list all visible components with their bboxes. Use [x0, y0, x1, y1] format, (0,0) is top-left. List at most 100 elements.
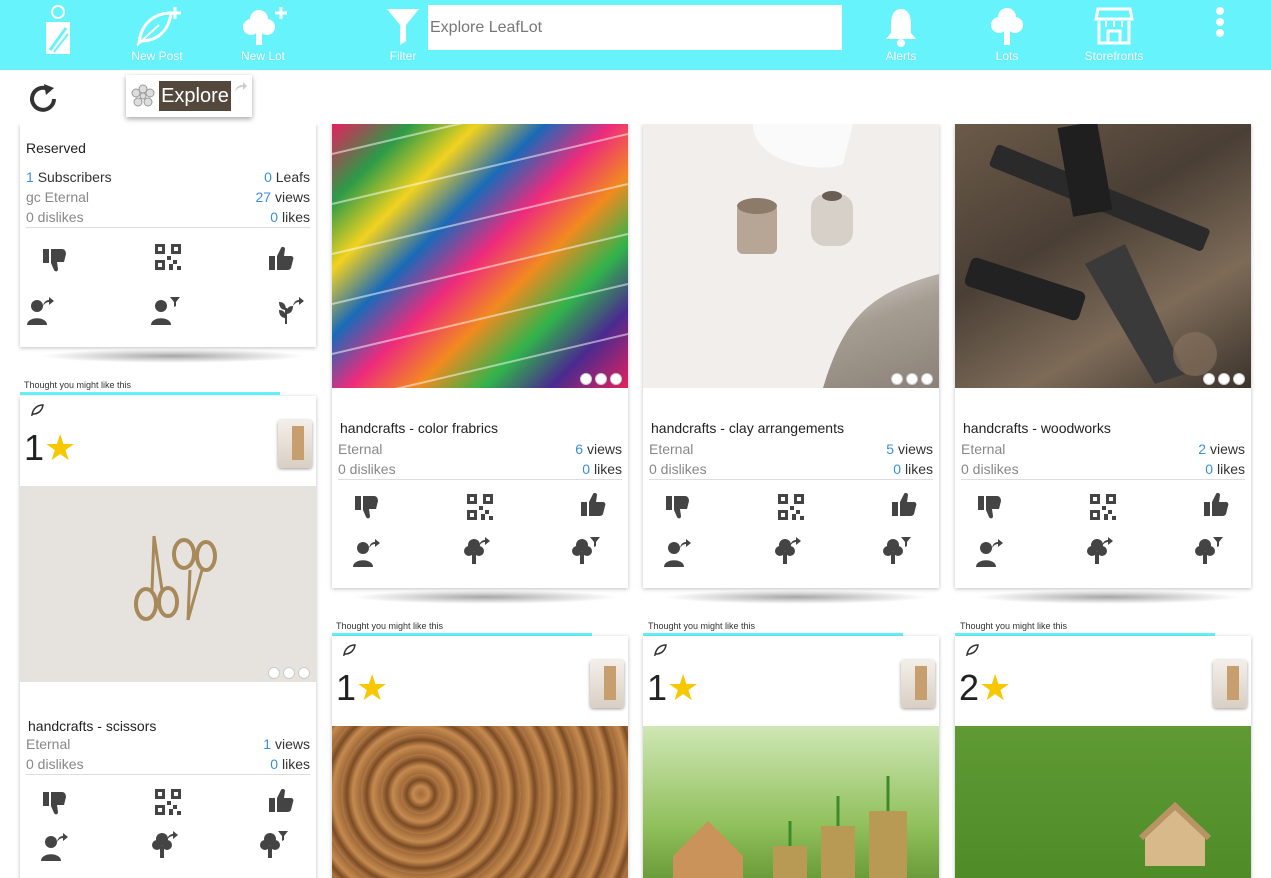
views-count[interactable]: 1	[263, 736, 271, 752]
tree-share-icon[interactable]	[150, 830, 180, 860]
subscribers-label: Subscribers	[37, 169, 112, 185]
lots-button[interactable]: Lots	[962, 0, 1052, 70]
views-count[interactable]: 5	[886, 441, 894, 457]
new-post-button[interactable]: New Post	[112, 0, 202, 70]
tree-share-icon[interactable]	[773, 536, 803, 566]
tree-filter-icon[interactable]	[258, 830, 288, 860]
thumbs-up-icon[interactable]	[1201, 490, 1231, 520]
storefronts-button[interactable]: Storefronts	[1069, 0, 1159, 70]
search-input[interactable]	[428, 5, 842, 50]
views-count[interactable]: 2	[1198, 441, 1206, 457]
post-title[interactable]: handcrafts - scissors	[28, 718, 156, 734]
tree-filter-icon[interactable]	[570, 536, 600, 566]
qr-code-icon[interactable]	[1088, 492, 1118, 522]
term-views-row: Eternal 6 views	[338, 439, 622, 459]
qr-code-icon[interactable]	[776, 492, 806, 522]
post-photo[interactable]	[332, 124, 628, 388]
term-text: Eternal	[649, 441, 694, 457]
rating: 2★	[959, 668, 1011, 708]
lot-thumbnail[interactable]	[901, 660, 935, 708]
views-count[interactable]: 6	[575, 441, 583, 457]
user-share-icon[interactable]	[352, 538, 382, 568]
post-card-color-fabrics[interactable]: handcrafts - color frabrics Eternal 6 vi…	[332, 124, 628, 604]
views-count[interactable]: 27	[256, 189, 272, 205]
likes-count[interactable]: 0	[1205, 461, 1213, 477]
user-share-icon[interactable]	[26, 296, 56, 326]
dislike-like-row: 0 dislikes 0 likes	[26, 754, 310, 774]
qr-code-icon[interactable]	[153, 242, 183, 272]
thumbs-down-icon[interactable]	[352, 492, 382, 522]
likes-label: likes	[281, 209, 310, 225]
rating: 1★	[336, 668, 388, 708]
leafs-count[interactable]: 0	[264, 169, 272, 185]
thumbs-up-icon[interactable]	[266, 244, 296, 274]
leaf-icon	[966, 644, 979, 656]
kebab-menu-icon	[1216, 7, 1224, 37]
more-menu-button[interactable]	[1200, 0, 1240, 70]
carousel-dots[interactable]	[580, 373, 622, 385]
sprout-share-icon[interactable]	[276, 296, 306, 326]
post-photo[interactable]	[643, 726, 939, 878]
post-photo[interactable]	[955, 124, 1251, 388]
lot-thumbnail[interactable]	[1213, 660, 1247, 708]
lot-thumbnail[interactable]	[590, 660, 624, 708]
alerts-button[interactable]: Alerts	[856, 0, 946, 70]
user-filter-icon[interactable]	[150, 296, 180, 326]
tree-filter-icon[interactable]	[1193, 536, 1223, 566]
tree-filter-icon[interactable]	[881, 536, 911, 566]
explore-tab[interactable]: Explore	[126, 75, 252, 117]
post-card-savings[interactable]: 1★	[643, 636, 939, 878]
home-logo-button[interactable]	[13, 0, 103, 70]
thumbs-down-icon[interactable]	[975, 492, 1005, 522]
explore-flower-icon	[131, 84, 155, 107]
post-title[interactable]: handcrafts - woodworks	[963, 420, 1111, 436]
term-views-row: Eternal 2 views	[961, 439, 1245, 459]
post-title[interactable]: handcrafts - clay arrangements	[651, 420, 844, 436]
post-photo[interactable]	[332, 726, 628, 878]
thumbs-up-icon[interactable]	[889, 490, 919, 520]
user-share-icon[interactable]	[40, 832, 70, 862]
thumbs-down-icon[interactable]	[663, 492, 693, 522]
user-share-icon[interactable]	[663, 538, 693, 568]
user-share-icon[interactable]	[975, 538, 1005, 568]
dislikes-text: 0 dislikes	[338, 461, 396, 477]
new-lot-button[interactable]: New Lot	[218, 0, 308, 70]
thumbs-up-icon[interactable]	[266, 786, 296, 816]
likes-count[interactable]: 0	[893, 461, 901, 477]
carousel-dots[interactable]	[891, 373, 933, 385]
tree-share-icon[interactable]	[1085, 536, 1115, 566]
carousel-dots[interactable]	[268, 667, 310, 679]
post-card-woodworks[interactable]: handcrafts - woodworks Eternal 2 views 0…	[955, 124, 1251, 604]
views-label: views	[586, 441, 622, 457]
post-card-clay-arrangements[interactable]: handcrafts - clay arrangements Eternal 5…	[643, 124, 939, 604]
lot-thumbnail[interactable]	[278, 420, 312, 468]
carousel-dots[interactable]	[1203, 373, 1245, 385]
dislike-like-row: 0 dislikes 0 likes	[649, 459, 933, 479]
post-card-scissors[interactable]: 1★ handcrafts - scissors Eternal 1 views…	[20, 396, 316, 878]
likes-count[interactable]: 0	[270, 756, 278, 772]
term-views-row: Eternal 5 views	[649, 439, 933, 459]
post-title[interactable]: handcrafts - color frabrics	[340, 420, 498, 436]
thumbs-up-icon[interactable]	[578, 490, 608, 520]
likes-count[interactable]: 0	[582, 461, 590, 477]
qr-code-icon[interactable]	[153, 787, 183, 817]
rating-value: 1	[647, 667, 668, 708]
subscribers-count[interactable]: 1	[26, 169, 34, 185]
thumbs-down-icon[interactable]	[40, 245, 70, 275]
tree-share-icon[interactable]	[462, 536, 492, 566]
post-photo[interactable]	[955, 726, 1251, 878]
term-text: Eternal	[961, 441, 1006, 457]
qr-code-icon[interactable]	[465, 492, 495, 522]
thumbs-down-icon[interactable]	[40, 788, 70, 818]
dislikes-text: 0 dislikes	[961, 461, 1019, 477]
rating-value: 1	[24, 427, 45, 468]
refresh-icon[interactable]	[26, 82, 60, 116]
leaf-icon	[31, 404, 44, 416]
likes-count[interactable]: 0	[270, 209, 278, 225]
status-text: Reserved	[26, 140, 86, 156]
post-card-wooden-house[interactable]: 2★	[955, 636, 1251, 878]
post-card-baskets[interactable]: 1★	[332, 636, 628, 878]
post-photo[interactable]	[643, 124, 939, 388]
scissors-image	[134, 535, 217, 621]
post-photo[interactable]	[20, 486, 316, 682]
